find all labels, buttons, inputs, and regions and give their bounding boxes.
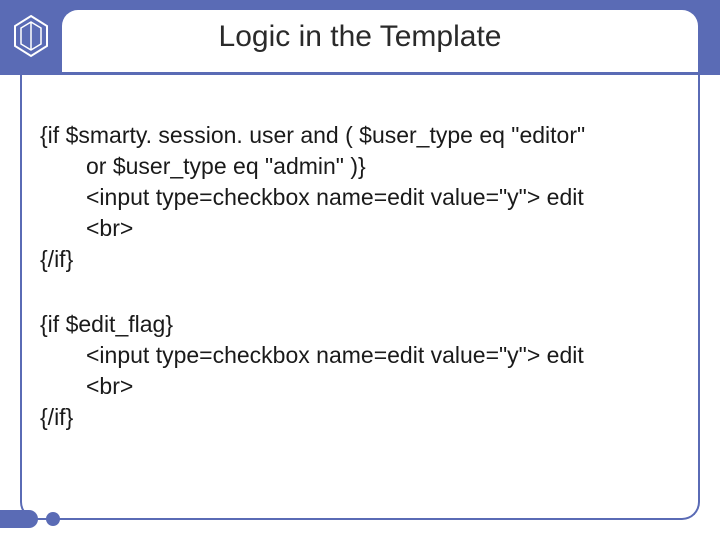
slide-content: {if $smarty. session. user and ( $user_t…	[40, 120, 690, 467]
slide-title: Logic in the Template	[0, 20, 720, 54]
slide-header: Logic in the Template	[0, 0, 720, 75]
code-line: <input type=checkbox name=edit value="y"…	[40, 182, 690, 213]
code-line: <br>	[40, 371, 690, 402]
code-line: or $user_type eq "admin" )}	[40, 151, 690, 182]
header-divider	[30, 72, 700, 75]
code-line: {/if}	[40, 402, 690, 433]
footer-accent	[0, 510, 38, 528]
code-line: {if $smarty. session. user and ( $user_t…	[40, 120, 690, 151]
code-line: {/if}	[40, 244, 690, 275]
code-line: {if $edit_flag}	[40, 309, 690, 340]
code-line: <br>	[40, 213, 690, 244]
code-block-1: {if $smarty. session. user and ( $user_t…	[40, 120, 690, 275]
code-block-2: {if $edit_flag} <input type=checkbox nam…	[40, 309, 690, 433]
code-line: <input type=checkbox name=edit value="y"…	[40, 340, 690, 371]
